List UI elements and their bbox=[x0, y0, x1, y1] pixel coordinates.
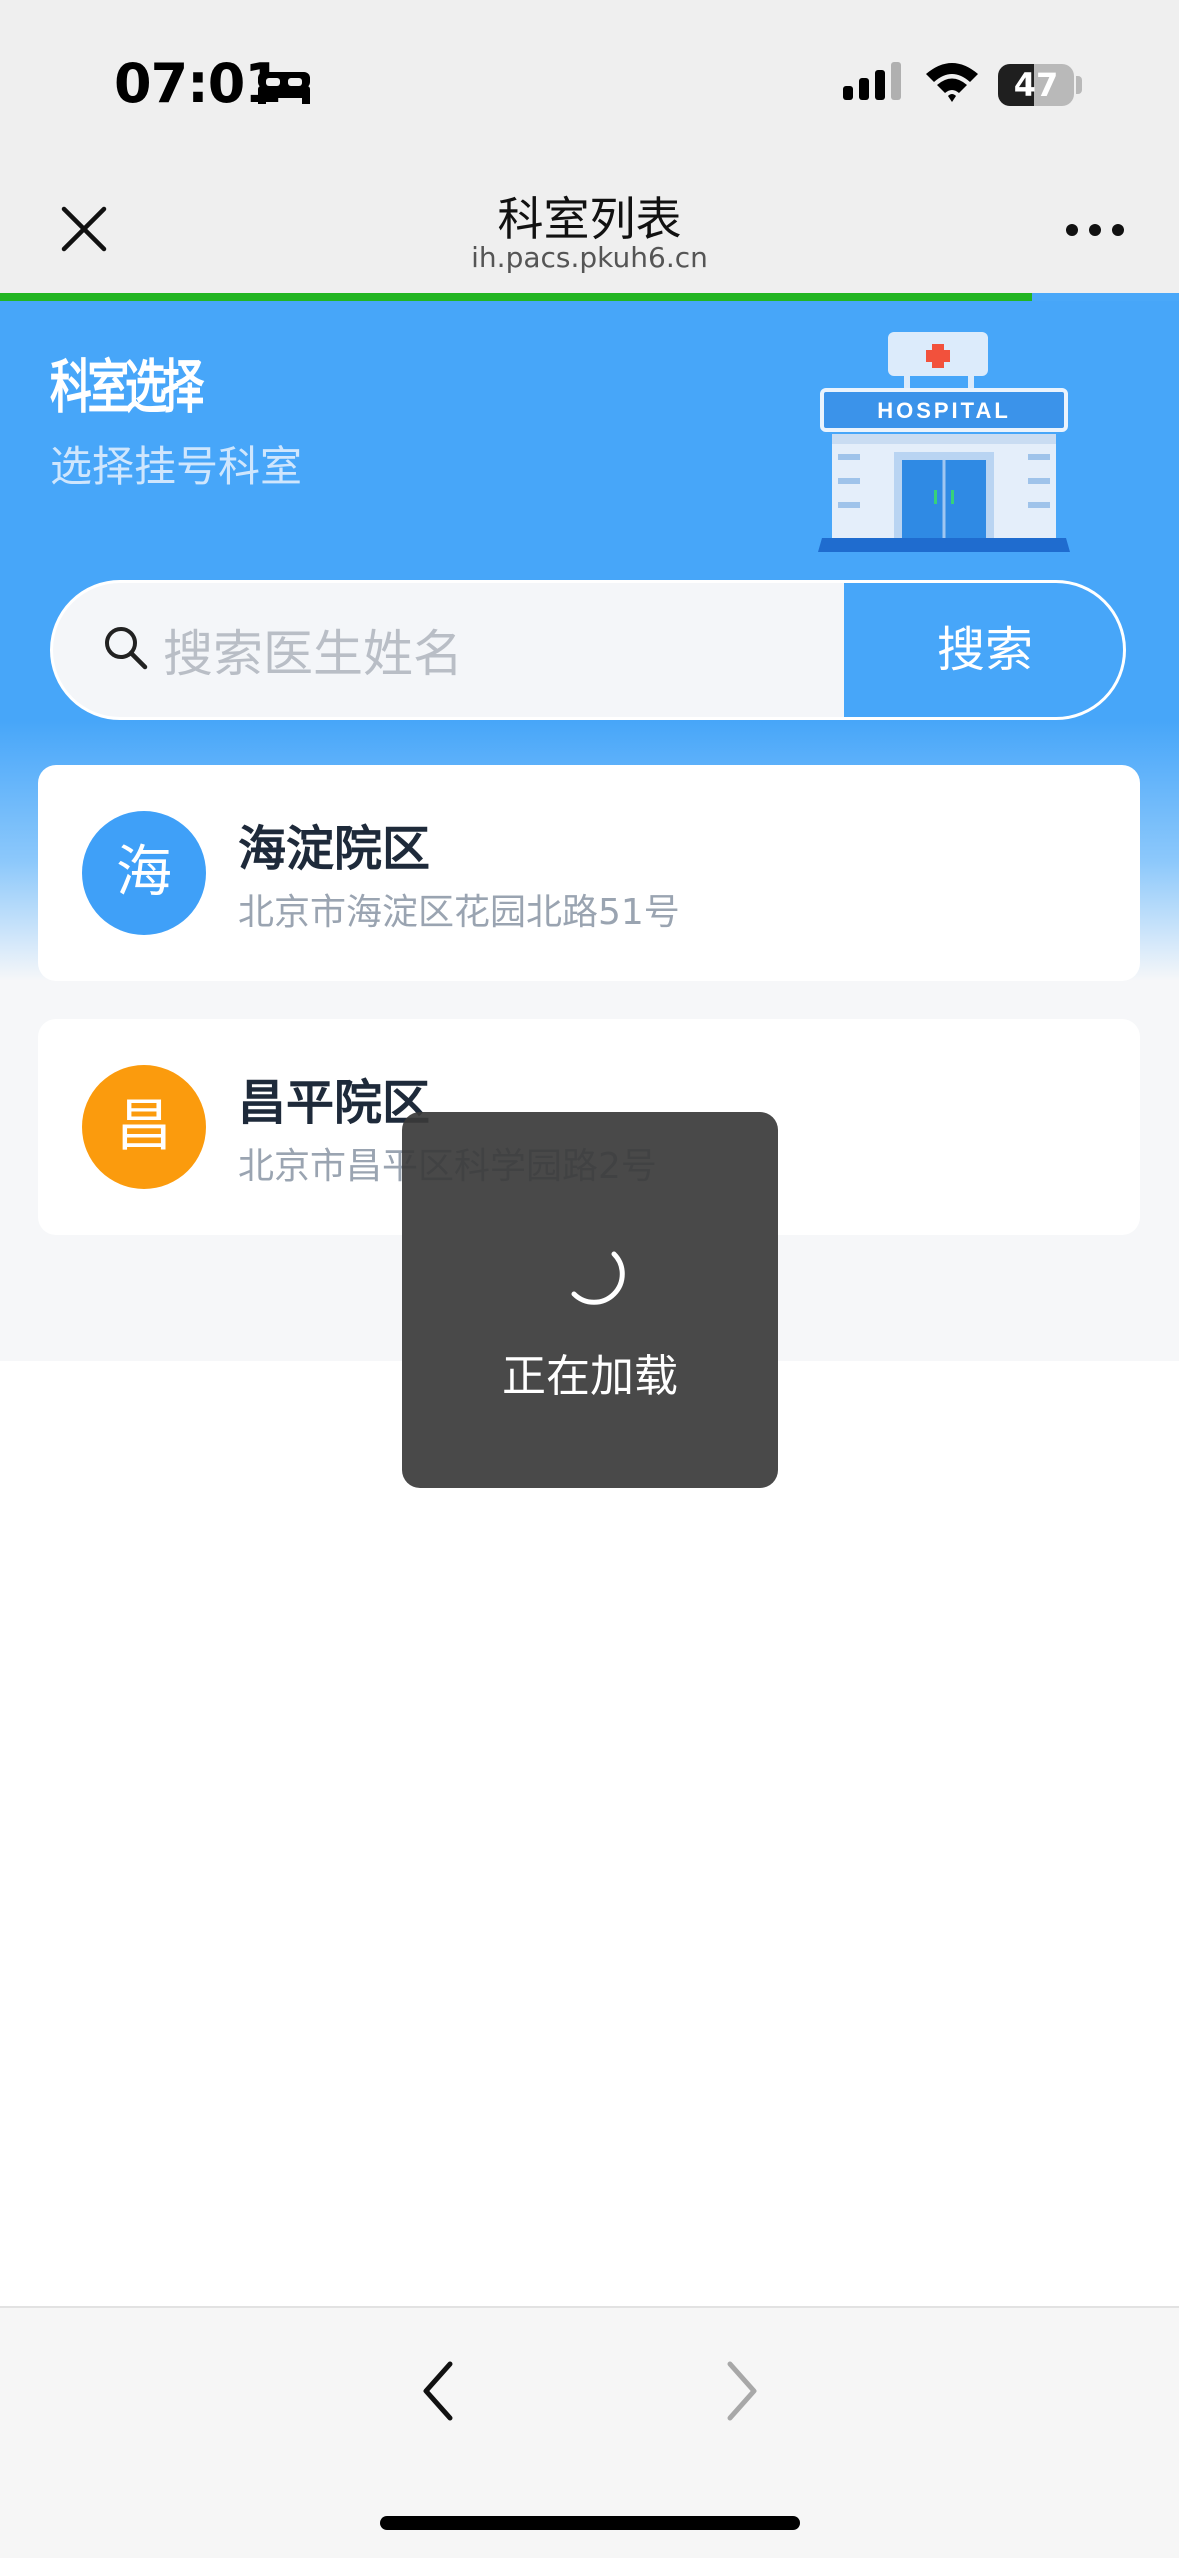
campus-card-haidian[interactable]: 海 海淀院区 北京市海淀区花园北路51号 bbox=[38, 765, 1140, 981]
campus-name: 海淀院区 bbox=[238, 821, 431, 877]
home-indicator bbox=[380, 2516, 800, 2530]
page-load-progress bbox=[0, 293, 1179, 301]
campus-avatar: 海 bbox=[82, 811, 206, 935]
signal-icon bbox=[843, 62, 901, 100]
bed-icon bbox=[258, 72, 310, 104]
loading-text: 正在加载 bbox=[502, 1351, 678, 1402]
search-input[interactable] bbox=[161, 613, 765, 695]
hero-title: 科室选择 bbox=[50, 353, 204, 421]
battery-indicator: 47 bbox=[998, 64, 1074, 106]
battery-tip bbox=[1076, 76, 1082, 94]
status-bar: 07:01 47 bbox=[0, 0, 1179, 175]
search-icon bbox=[105, 627, 148, 670]
page-title: 科室列表 bbox=[497, 192, 682, 246]
page-url: ih.pacs.pkuh6.cn bbox=[471, 241, 708, 274]
back-arrow-icon[interactable] bbox=[418, 2356, 458, 2426]
page-load-progress-fill bbox=[0, 293, 1032, 301]
wifi-icon bbox=[926, 63, 978, 102]
campus-name: 昌平院区 bbox=[238, 1075, 431, 1131]
nav-bar: 科室列表 ih.pacs.pkuh6.cn bbox=[0, 175, 1179, 293]
search-button[interactable]: 搜索 bbox=[844, 583, 1123, 717]
hospital-sign-text: HOSPITAL bbox=[877, 398, 1011, 423]
search-bar: 搜索 bbox=[50, 580, 1126, 720]
loading-toast: 正在加载 bbox=[402, 1112, 778, 1488]
forward-arrow-icon bbox=[727, 2361, 757, 2421]
spinner-icon bbox=[571, 1251, 625, 1305]
campus-avatar: 昌 bbox=[82, 1065, 206, 1189]
hero-subtitle: 选择挂号科室 bbox=[50, 442, 303, 491]
more-icon[interactable] bbox=[1065, 220, 1125, 240]
hospital-illustration: HOSPITAL bbox=[818, 332, 1070, 552]
battery-level: 47 bbox=[1013, 66, 1059, 104]
campus-address: 北京市海淀区花园北路51号 bbox=[238, 892, 680, 933]
